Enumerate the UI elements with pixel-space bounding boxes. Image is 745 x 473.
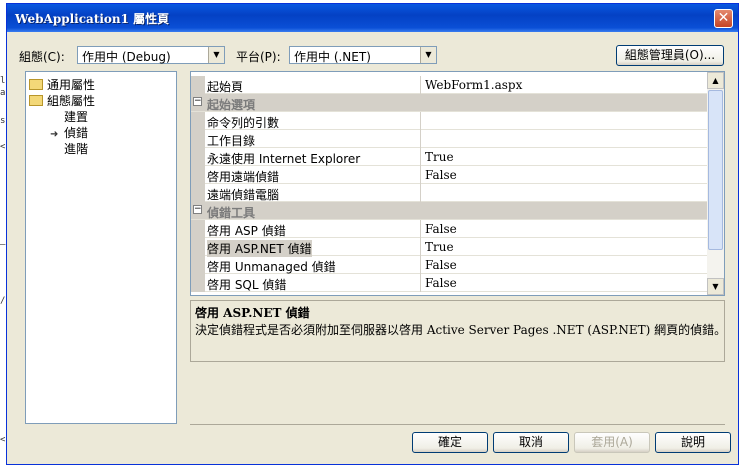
- platform-select[interactable]: 作用中 (.NET) ▼: [289, 46, 437, 64]
- property-row[interactable]: 永遠使用 Internet Explorer True: [191, 148, 707, 166]
- bg-code-fragment: <: [0, 142, 6, 152]
- property-value[interactable]: False: [420, 166, 707, 184]
- description-text: 決定偵錯程式是否必須附加至伺服器以啓用 Active Server Pages …: [195, 323, 727, 337]
- arrow-right-icon: ➜: [50, 129, 59, 140]
- property-row[interactable]: 啓用 SQL 偵錯 False: [191, 274, 707, 292]
- category-row[interactable]: − 偵錯工具: [191, 202, 707, 220]
- category-name: 起始選項: [207, 98, 256, 112]
- property-row[interactable]: 啓用 ASP 偵錯 False: [191, 220, 707, 238]
- config-select[interactable]: 作用中 (Debug) ▼: [77, 46, 225, 64]
- property-row-selected[interactable]: 啓用 ASP.NET 偵錯 True: [191, 238, 707, 257]
- category-name: 偵錯工具: [207, 206, 256, 220]
- property-name: 啓用 ASP 偵錯: [207, 224, 286, 238]
- property-value[interactable]: [420, 130, 707, 148]
- property-name: 工作目錄: [207, 134, 256, 148]
- description-panel: 啓用 ASP.NET 偵錯 決定偵錯程式是否必須附加至伺服器以啓用 Active…: [190, 300, 727, 362]
- property-name: 啓用遠端偵錯: [207, 170, 280, 184]
- property-value[interactable]: False: [420, 274, 707, 292]
- tree-item-label: 偵錯: [64, 126, 89, 140]
- description-title: 啓用 ASP.NET 偵錯: [195, 306, 310, 320]
- collapse-icon[interactable]: −: [193, 97, 202, 106]
- vertical-scrollbar[interactable]: ▲ ▼: [707, 72, 724, 295]
- bg-code-fragment: —: [0, 240, 6, 250]
- property-pages-dialog: WebApplication1 屬性頁 ✕ 組態(C): 作用中 (Debug)…: [6, 3, 739, 465]
- tree-item-configuration[interactable]: 組態屬性: [29, 92, 95, 109]
- divider: [190, 424, 725, 425]
- property-value[interactable]: False: [420, 220, 707, 238]
- window-title: WebApplication1 屬性頁: [15, 12, 170, 26]
- ok-button[interactable]: 確定: [412, 432, 488, 453]
- property-row[interactable]: 工作目錄: [191, 130, 707, 148]
- tree-item-label: 建置: [64, 110, 89, 124]
- bg-code-fragment: /: [0, 296, 6, 306]
- folder-open-icon: [29, 95, 43, 106]
- tree-item-build[interactable]: 建置: [64, 108, 88, 125]
- category-row[interactable]: − 起始選項: [191, 94, 707, 112]
- property-name: 遠端偵錯電腦: [207, 188, 280, 202]
- scroll-up-icon[interactable]: ▲: [707, 72, 724, 89]
- category-tree: 通用屬性 組態屬性 建置 ➜ 偵錯 進階: [25, 71, 177, 424]
- tree-item-common[interactable]: 通用屬性: [29, 76, 95, 93]
- bg-code-fragment: l: [0, 76, 6, 86]
- property-grid: 起始頁 WebForm1.aspx − 起始選項 命令列的引數 工作目錄 永遠使用 …: [190, 71, 725, 296]
- property-row[interactable]: 命令列的引數: [191, 112, 707, 130]
- property-row[interactable]: 起始頁 WebForm1.aspx: [191, 76, 707, 94]
- platform-value: 作用中 (.NET): [294, 50, 371, 64]
- tree-item-label: 進階: [64, 142, 89, 156]
- scroll-down-icon[interactable]: ▼: [707, 278, 724, 295]
- property-row[interactable]: 啓用 Unmanaged 偵錯 False: [191, 256, 707, 274]
- title-bar[interactable]: WebApplication1 屬性頁 ✕: [7, 4, 738, 32]
- property-value[interactable]: [420, 184, 707, 202]
- property-name: 啓用 ASP.NET 偵錯: [207, 240, 312, 257]
- property-name: 啓用 SQL 偵錯: [207, 278, 287, 292]
- help-button[interactable]: 說明: [655, 432, 731, 453]
- tree-item-label: 通用屬性: [47, 78, 96, 92]
- tree-item-label: 組態屬性: [47, 94, 96, 108]
- property-name: 永遠使用 Internet Explorer: [207, 152, 361, 166]
- property-value[interactable]: False: [420, 256, 707, 274]
- property-value[interactable]: True: [420, 238, 707, 256]
- property-name: 命令列的引數: [207, 116, 280, 130]
- cancel-button[interactable]: 取消: [493, 432, 569, 453]
- apply-button[interactable]: 套用(A): [574, 432, 650, 453]
- tree-item-debug[interactable]: ➜ 偵錯: [50, 124, 88, 141]
- property-row[interactable]: 啓用遠端偵錯 False: [191, 166, 707, 184]
- folder-icon: [29, 79, 43, 90]
- config-label: 組態(C):: [19, 50, 65, 64]
- property-name: 起始頁: [207, 80, 244, 94]
- collapse-icon[interactable]: −: [193, 205, 202, 214]
- chevron-down-icon[interactable]: ▼: [208, 47, 224, 63]
- property-row[interactable]: 遠端偵錯電腦: [191, 184, 707, 202]
- property-name: 啓用 Unmanaged 偵錯: [207, 260, 336, 274]
- close-icon: ✕: [717, 10, 730, 26]
- config-value: 作用中 (Debug): [82, 50, 171, 64]
- platform-label: 平台(P):: [236, 50, 281, 64]
- config-manager-button[interactable]: 組態管理員(O)...: [616, 45, 724, 66]
- chevron-down-icon[interactable]: ▼: [420, 47, 436, 63]
- bg-code-fragment: <: [0, 435, 6, 445]
- property-value[interactable]: WebForm1.aspx: [420, 76, 707, 94]
- property-value[interactable]: [420, 112, 707, 130]
- close-button[interactable]: ✕: [714, 9, 733, 28]
- scroll-thumb[interactable]: [708, 90, 723, 250]
- tree-item-advanced[interactable]: 進階: [64, 140, 88, 157]
- property-value[interactable]: True: [420, 148, 707, 166]
